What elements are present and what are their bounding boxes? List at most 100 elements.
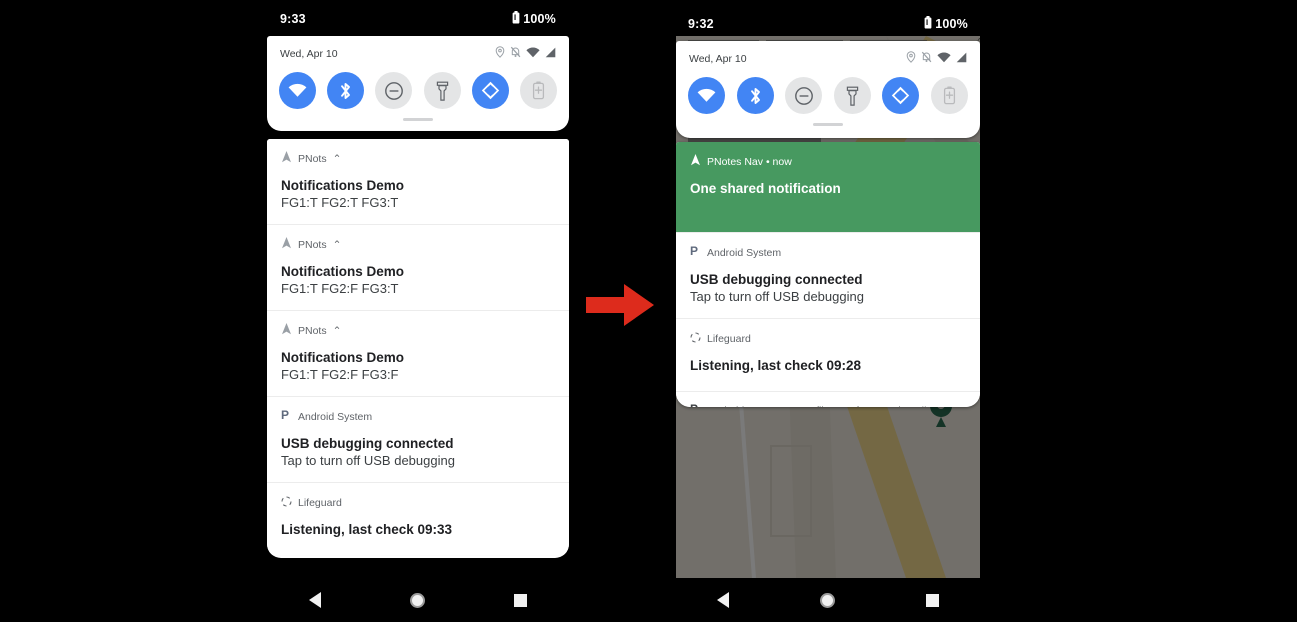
chevron-up-icon[interactable]: ⌃ [333, 239, 342, 251]
notification-item[interactable]: P Android System USB debugging connected… [267, 396, 569, 482]
right-quick-settings-panel[interactable]: Wed, Apr 10 [676, 41, 980, 138]
battery-full-icon [924, 16, 932, 32]
notification-item[interactable]: Lifeguard Listening, last check 09:28 [676, 318, 980, 391]
right-phone: 9:32 100% Wed, Apr 10 PNotes Nav • now O… [672, 0, 984, 622]
notifications-off-icon [921, 50, 932, 68]
wifi-tile[interactable] [688, 77, 725, 114]
notification-item[interactable]: PNots ⌃ Notifications Demo FG1:T FG2:T F… [267, 139, 569, 224]
back-icon[interactable] [717, 592, 730, 608]
notification-header: PNots ⌃ [281, 236, 555, 254]
notification-text: FG1:T FG2:F FG3:T [281, 281, 399, 296]
wifi-tile[interactable] [279, 72, 316, 109]
notification-app-name: PNots [298, 239, 327, 251]
lifeguard-icon [281, 494, 292, 512]
chevron-down-icon[interactable]: ˇ [922, 405, 926, 407]
notification-header: P Android System [281, 408, 555, 426]
do-not-disturb-tile[interactable] [375, 72, 413, 109]
do-not-disturb-tile[interactable] [785, 77, 823, 114]
notification-app-name: PNots [298, 153, 327, 165]
notification-title: One shared notification [690, 181, 841, 196]
auto-rotate-tile[interactable] [882, 77, 920, 114]
left-nav-bar [264, 578, 572, 622]
status-battery-percent: 100% [935, 17, 968, 31]
flashlight-tile[interactable] [423, 72, 461, 109]
notification-item[interactable]: PNots ⌃ Notifications Demo FG1:T FG2:F F… [267, 310, 569, 396]
right-qs-header: Wed, Apr 10 [676, 41, 980, 68]
qs-system-icons [906, 50, 967, 68]
notification-title: Listening, last check 09:28 [690, 358, 862, 373]
location-icon [906, 50, 916, 68]
notification-title: USB debugging connected [281, 436, 454, 451]
navigation-arrow-icon [281, 150, 292, 168]
chevron-up-icon[interactable]: ⌃ [333, 325, 342, 337]
right-notification-stack: PNotes Nav • now One shared notification… [676, 142, 980, 407]
notification-title: Notifications Demo [281, 350, 405, 365]
flashlight-tile[interactable] [833, 77, 871, 114]
recents-icon[interactable] [514, 593, 528, 607]
qs-date: Wed, Apr 10 [689, 53, 747, 65]
android-system-icon: P [690, 402, 701, 407]
notification-app-name: PNotes Nav • now [707, 156, 792, 168]
chevron-up-icon[interactable]: ⌃ [333, 153, 342, 165]
notification-text: FG1:T FG2:T FG3:T [281, 195, 399, 210]
notifications-off-icon [510, 45, 521, 63]
status-battery-percent: 100% [523, 12, 556, 26]
notification-title: USB debugging connected [690, 272, 863, 287]
svg-text:P: P [690, 245, 698, 257]
notification-header: Lifeguard [690, 330, 966, 348]
collapsed-notification-item[interactable]: P Android System • USB file transfer tur… [267, 555, 569, 558]
notification-title: Notifications Demo [281, 178, 405, 193]
status-time: 9:32 [688, 17, 714, 31]
notification-text: FG1:T FG2:F FG3:F [281, 367, 399, 382]
location-icon [495, 45, 505, 63]
qs-drag-handle[interactable] [813, 123, 843, 126]
notification-item-highlighted[interactable]: PNotes Nav • now One shared notification [676, 142, 980, 232]
signal-icon [956, 50, 967, 68]
navigation-arrow-icon [690, 153, 701, 171]
left-qs-tiles [267, 63, 569, 109]
notification-item[interactable]: PNots ⌃ Notifications Demo FG1:T FG2:F F… [267, 224, 569, 310]
notification-app-name: Lifeguard [298, 497, 342, 509]
notification-item[interactable]: P Android System USB debugging connected… [676, 232, 980, 318]
left-notification-stack: PNots ⌃ Notifications Demo FG1:T FG2:T F… [267, 139, 569, 558]
notification-header: P Android System [690, 244, 966, 262]
notification-app-name: Android System [707, 247, 782, 259]
navigation-arrow-icon [281, 236, 292, 254]
qs-date: Wed, Apr 10 [280, 48, 338, 60]
notification-title: Notifications Demo [281, 264, 405, 279]
bluetooth-tile[interactable] [327, 72, 365, 109]
notification-header: PNotes Nav • now [690, 153, 966, 171]
signal-icon [545, 45, 556, 63]
qs-system-icons [495, 45, 556, 63]
notification-text: Tap to turn off USB debugging [281, 453, 455, 468]
home-icon[interactable] [409, 592, 425, 608]
svg-text:P: P [690, 403, 698, 407]
status-time: 9:33 [280, 12, 306, 26]
bluetooth-tile[interactable] [736, 77, 774, 114]
right-arrow-icon [586, 284, 654, 326]
qs-drag-handle[interactable] [403, 118, 433, 121]
notification-app-name: Android System [298, 411, 373, 423]
wifi-icon [526, 45, 540, 63]
battery-saver-tile[interactable] [930, 77, 968, 114]
notification-app-name: Lifeguard [707, 333, 751, 345]
notification-text: Tap to turn off USB debugging [690, 289, 864, 304]
collapsed-notification-item[interactable]: P Android System • USB file transfer tur… [676, 391, 980, 407]
android-system-icon: P [281, 408, 292, 426]
auto-rotate-tile[interactable] [471, 72, 509, 109]
notification-header: PNots ⌃ [281, 322, 555, 340]
navigation-arrow-icon [281, 322, 292, 340]
left-quick-settings-panel[interactable]: Wed, Apr 10 [267, 36, 569, 131]
back-icon[interactable] [308, 592, 321, 608]
notification-item[interactable]: Lifeguard Listening, last check 09:33 [267, 482, 569, 555]
notification-header: PNots ⌃ [281, 150, 555, 168]
battery-full-icon [512, 11, 520, 27]
notification-title: Listening, last check 09:33 [281, 522, 453, 537]
home-icon[interactable] [819, 592, 835, 608]
screenshot-canvas: 9:33 100% Wed, Apr 10 PNots ⌃ Notificati… [0, 0, 1297, 622]
right-qs-tiles [676, 68, 980, 114]
battery-saver-tile[interactable] [519, 72, 557, 109]
recents-icon[interactable] [925, 593, 939, 607]
lifeguard-icon [690, 330, 701, 348]
collapsed-notification-label: Android System • USB file transfer turne… [708, 405, 915, 407]
